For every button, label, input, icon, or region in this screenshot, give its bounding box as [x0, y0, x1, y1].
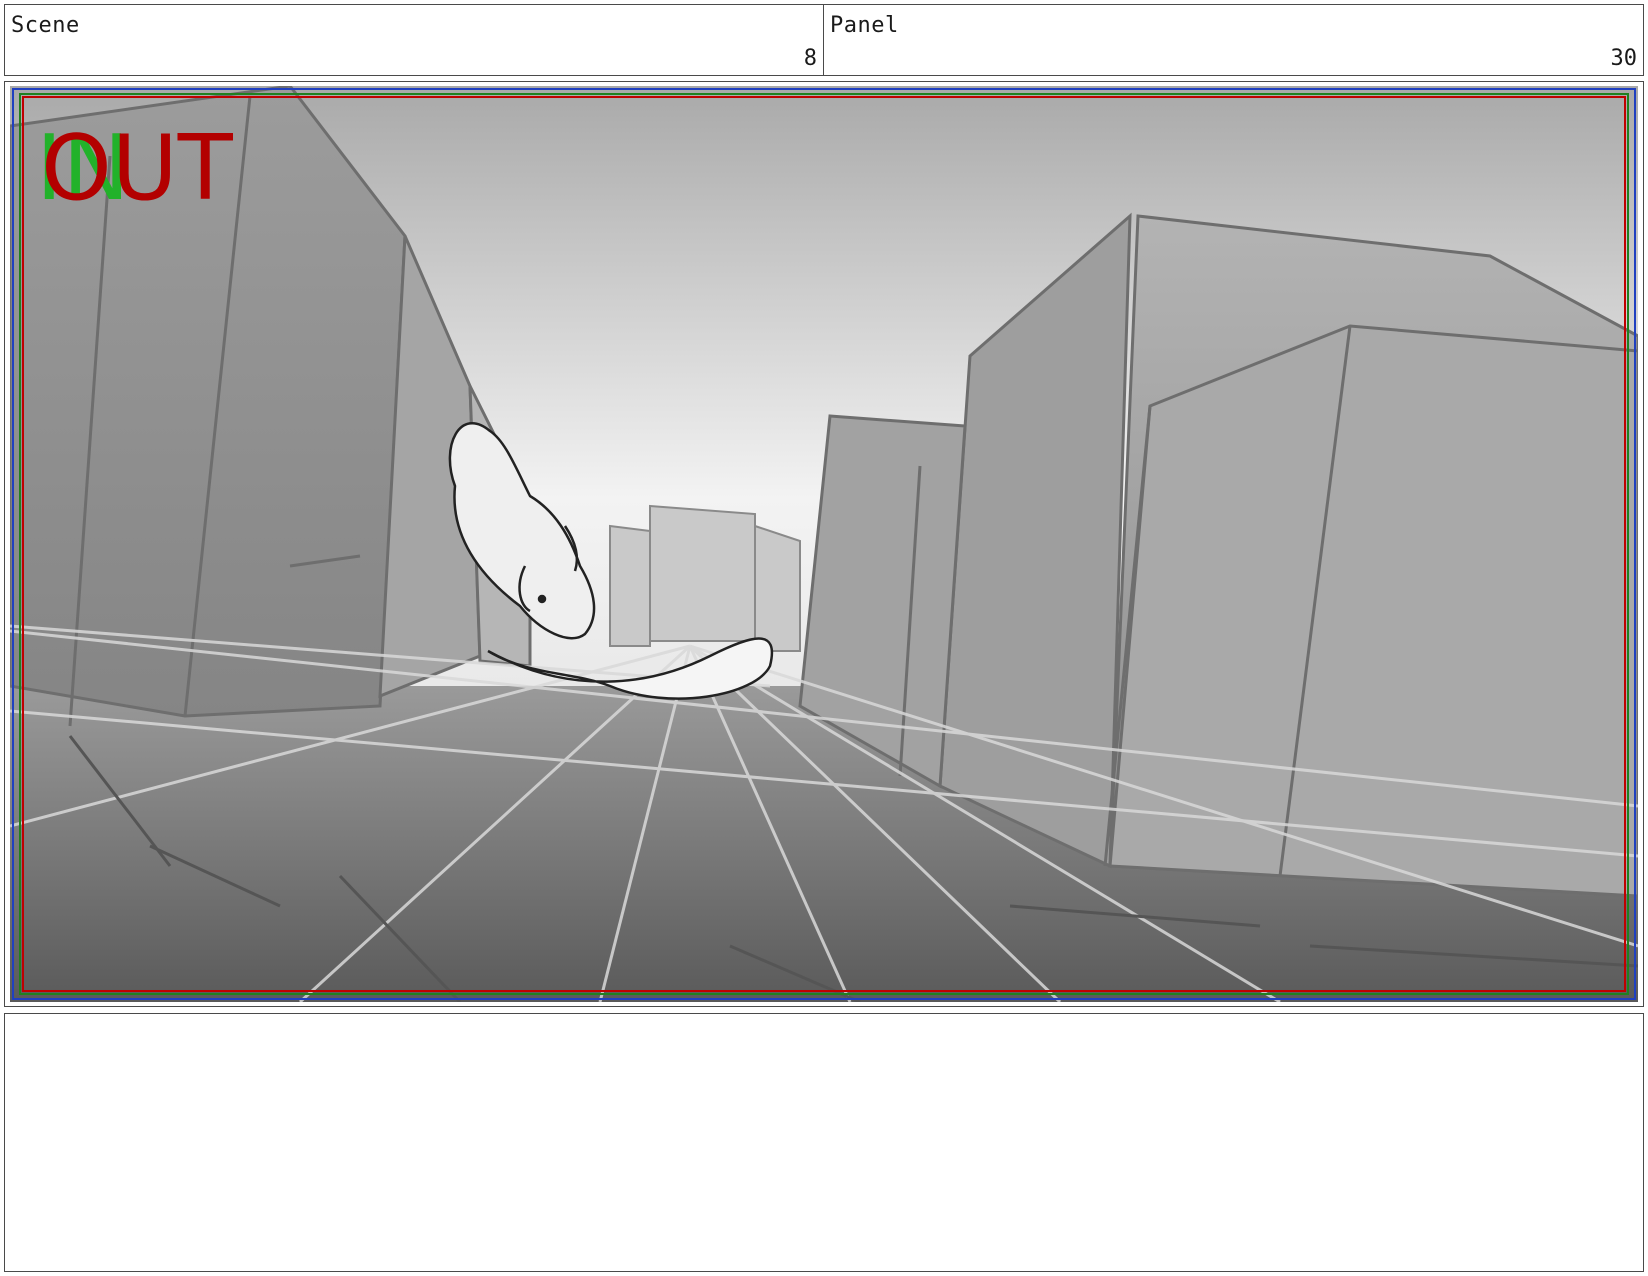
panel-label: Panel [830, 13, 899, 38]
notes-field[interactable] [4, 1013, 1644, 1272]
out-marker: OUT [41, 116, 233, 221]
panel-number[interactable]: 30 [1611, 46, 1638, 71]
scene-label: Scene [11, 13, 80, 38]
panel-field: Panel 30 [823, 4, 1644, 76]
scene-field: Scene 8 [4, 4, 824, 76]
scene-number[interactable]: 8 [804, 46, 817, 71]
storyboard-frame[interactable]: IN OUT [4, 81, 1644, 1007]
storyboard-sketch [10, 86, 1638, 1002]
